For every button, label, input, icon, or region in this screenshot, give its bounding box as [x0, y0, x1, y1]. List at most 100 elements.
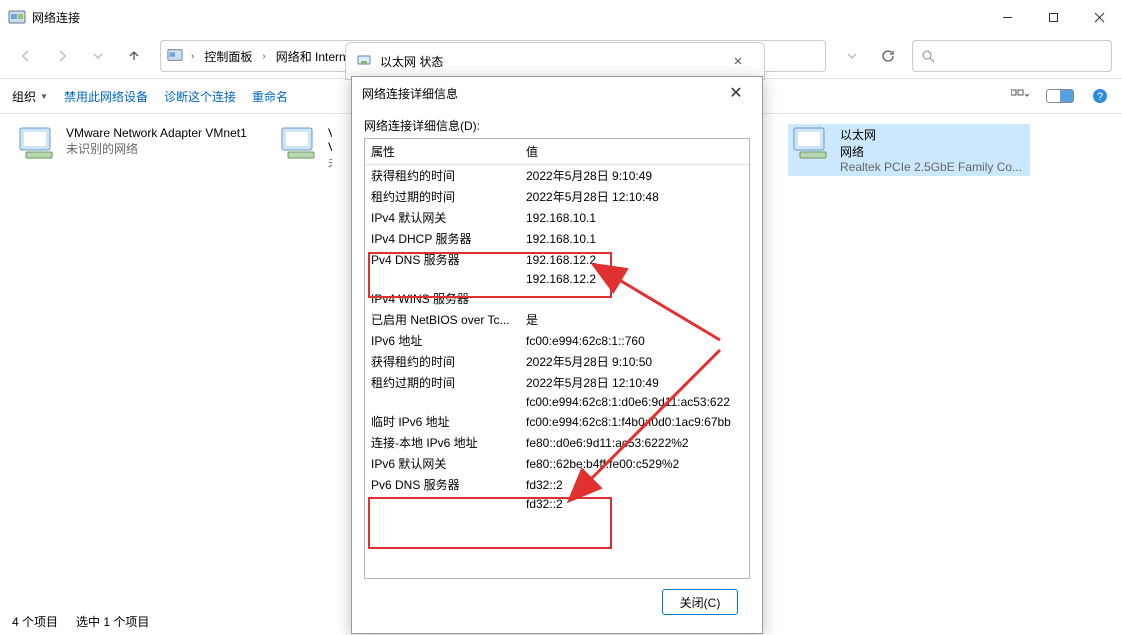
adapter-network: VM: [328, 140, 332, 154]
cell-value: 2022年5月28日 12:10:48: [520, 186, 749, 207]
breadcrumb-sep-icon: ›: [262, 51, 265, 62]
table-row[interactable]: 连接-本地 IPv6 地址fe80::d0e6:9d11:ac53:6222%2: [365, 432, 749, 453]
address-dropdown-button[interactable]: [836, 40, 868, 72]
adapter-item[interactable]: 以太网 网络 Realtek PCIe 2.5GbE Family Co...: [788, 124, 1030, 176]
preview-pane-toggle[interactable]: [1046, 89, 1074, 103]
adapter-title: VMware Network Adapter VMnet1: [66, 126, 247, 140]
cell-value: fc00:e994:62c8:1:f4b0:f0d0:1ac9:67bb: [520, 411, 749, 432]
cell-value: fd32::2: [520, 495, 749, 513]
adapter-title: VM: [328, 126, 332, 140]
cell-property: [365, 393, 520, 411]
cell-property: IPv6 地址: [365, 330, 520, 351]
adapter-item[interactable]: VM VM 未: [276, 124, 336, 176]
cell-property: 临时 IPv6 地址: [365, 411, 520, 432]
svg-text:?: ?: [1097, 91, 1103, 103]
ethernet-status-title: 以太网 状态: [380, 53, 443, 70]
cell-property: 获得租约的时间: [365, 165, 520, 187]
col-value: 值: [520, 139, 749, 165]
cell-property: IPv4 DHCP 服务器: [365, 228, 520, 249]
cell-value: fd32::2: [520, 474, 749, 495]
details-label: 网络连接详细信息(D):: [364, 117, 750, 134]
cell-property: 租约过期的时间: [365, 186, 520, 207]
app-icon: [8, 8, 26, 26]
adapter-icon: [792, 126, 834, 162]
table-row[interactable]: Pv6 DNS 服务器fd32::2: [365, 474, 749, 495]
table-row[interactable]: IPv4 默认网关192.168.10.1: [365, 207, 749, 228]
nav-recent-button[interactable]: [82, 40, 114, 72]
table-row[interactable]: fd32::2: [365, 495, 749, 513]
status-item-count: 4 个项目: [12, 613, 58, 630]
table-row[interactable]: 已启用 NetBIOS over Tc...是: [365, 309, 749, 330]
adapter-icon: [280, 126, 322, 162]
cell-property: [365, 495, 520, 513]
breadcrumb-item[interactable]: 控制面板: [202, 48, 254, 65]
adapter-title: 以太网: [840, 126, 1022, 143]
ethernet-icon: [356, 52, 374, 70]
cell-value: fc00:e994:62c8:1::760: [520, 330, 749, 351]
help-button[interactable]: ?: [1090, 86, 1110, 106]
cell-property: IPv6 默认网关: [365, 453, 520, 474]
table-row[interactable]: IPv6 地址fc00:e994:62c8:1::760: [365, 330, 749, 351]
search-box[interactable]: [912, 40, 1112, 72]
cmd-disable-device[interactable]: 禁用此网络设备: [64, 88, 148, 105]
cell-property: 租约过期的时间: [365, 372, 520, 393]
cell-property: Pv4 DNS 服务器: [365, 249, 520, 270]
cell-value: 是: [520, 309, 749, 330]
cell-value: fe80::d0e6:9d11:ac53:6222%2: [520, 432, 749, 453]
breadcrumb-sep-icon: ›: [191, 51, 194, 62]
window-controls: [984, 1, 1122, 33]
nav-up-button[interactable]: [118, 40, 150, 72]
close-button[interactable]: ✕: [720, 83, 752, 103]
address-icon: [167, 47, 183, 66]
adapter-item[interactable]: VMware Network Adapter VMnet1 未识别的网络: [14, 124, 256, 176]
table-row[interactable]: 获得租约的时间2022年5月28日 9:10:50: [365, 351, 749, 372]
dialog-titlebar: 网络连接详细信息 ✕: [352, 77, 762, 109]
adapter-device: Realtek PCIe 2.5GbE Family Co...: [840, 160, 1022, 174]
cell-value: 192.168.10.1: [520, 207, 749, 228]
cell-property: Pv6 DNS 服务器: [365, 474, 520, 495]
refresh-button[interactable]: [872, 40, 904, 72]
cell-value: 2022年5月28日 12:10:49: [520, 372, 749, 393]
view-options-button[interactable]: [1010, 86, 1030, 106]
table-row[interactable]: fc00:e994:62c8:1:d0e6:9d11:ac53:622: [365, 393, 749, 411]
details-table-wrap: 属性 值 获得租约的时间2022年5月28日 9:10:49租约过期的时间202…: [364, 138, 750, 579]
cell-property: 连接-本地 IPv6 地址: [365, 432, 520, 453]
col-property: 属性: [365, 139, 520, 165]
status-selection: 选中 1 个项目: [76, 613, 149, 630]
cell-value: 192.168.10.1: [520, 228, 749, 249]
cmd-organize[interactable]: 组织▼: [12, 88, 48, 105]
table-row[interactable]: IPv4 WINS 服务器: [365, 288, 749, 309]
maximize-button[interactable]: [1030, 1, 1076, 33]
close-dialog-button[interactable]: 关闭(C): [662, 589, 738, 615]
window-title: 网络连接: [32, 9, 80, 26]
cell-property: 获得租约的时间: [365, 351, 520, 372]
table-row[interactable]: 租约过期的时间2022年5月28日 12:10:49: [365, 372, 749, 393]
close-button[interactable]: [1076, 1, 1122, 33]
cmd-diagnose[interactable]: 诊断这个连接: [164, 88, 236, 105]
table-row[interactable]: 临时 IPv6 地址fc00:e994:62c8:1:f4b0:f0d0:1ac…: [365, 411, 749, 432]
nav-back-button[interactable]: [10, 40, 42, 72]
cell-value: 2022年5月28日 9:10:49: [520, 165, 749, 187]
network-details-dialog: 网络连接详细信息 ✕ 网络连接详细信息(D): 属性 值 获得租约的时间2022…: [351, 76, 763, 634]
table-row[interactable]: Pv4 DNS 服务器192.168.12.2: [365, 249, 749, 270]
cell-value: fe80::62be:b4ff:fe00:c529%2: [520, 453, 749, 474]
cell-value: [520, 288, 749, 309]
adapter-network: 网络: [840, 143, 1022, 160]
cell-property: [365, 270, 520, 288]
table-row[interactable]: 192.168.12.2: [365, 270, 749, 288]
nav-forward-button[interactable]: [46, 40, 78, 72]
table-row[interactable]: 租约过期的时间2022年5月28日 12:10:48: [365, 186, 749, 207]
table-row[interactable]: 获得租约的时间2022年5月28日 9:10:49: [365, 165, 749, 187]
search-icon: [921, 49, 935, 63]
table-row[interactable]: IPv4 DHCP 服务器192.168.10.1: [365, 228, 749, 249]
ethernet-status-dialog: 以太网 状态 ×: [345, 42, 765, 80]
cell-value: 192.168.12.2: [520, 249, 749, 270]
close-icon[interactable]: ×: [722, 53, 754, 70]
minimize-button[interactable]: [984, 1, 1030, 33]
cmd-rename[interactable]: 重命名: [252, 88, 288, 105]
cell-property: IPv4 默认网关: [365, 207, 520, 228]
table-row[interactable]: IPv6 默认网关fe80::62be:b4ff:fe00:c529%2: [365, 453, 749, 474]
cell-value: 2022年5月28日 9:10:50: [520, 351, 749, 372]
adapter-status: 未识别的网络: [66, 140, 247, 157]
dialog-title: 网络连接详细信息: [362, 85, 458, 102]
